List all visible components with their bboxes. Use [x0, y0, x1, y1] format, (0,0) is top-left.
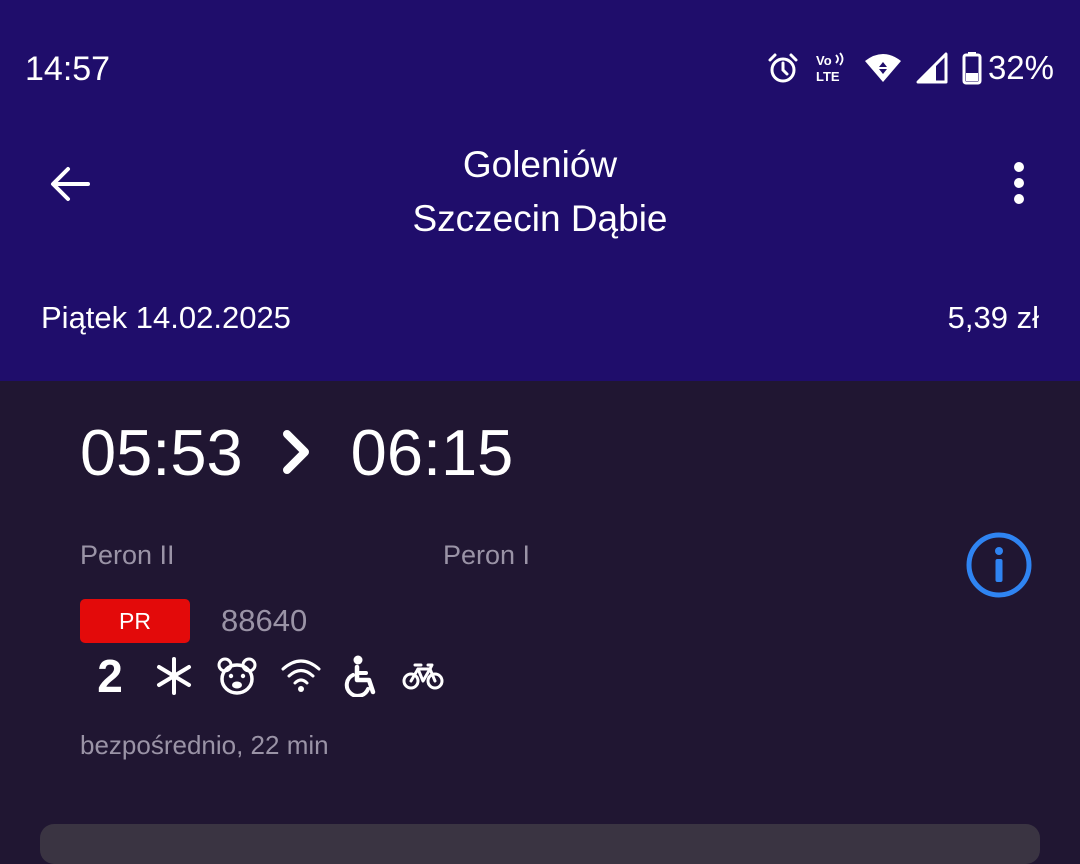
battery-icon [962, 51, 982, 85]
more-options-button[interactable] [994, 160, 1044, 210]
connection-duration: bezpośrednio, 22 min [80, 730, 329, 760]
carrier-badge: PR [80, 599, 190, 643]
battery-percent: 32% [987, 49, 1054, 86]
wifi-icon [280, 659, 322, 693]
child-friendly-icon [216, 656, 258, 696]
wheelchair-icon [344, 655, 380, 697]
volte-icon: Vo LTE [814, 51, 850, 85]
bicycle-icon [402, 661, 444, 691]
amenities-row: 2 [88, 650, 466, 702]
status-icons: Vo LTE 32% [766, 46, 1054, 90]
cell-signal-icon [916, 52, 948, 84]
chevron-right-icon [281, 429, 311, 475]
departure-platform: Peron II [80, 540, 175, 570]
alarm-icon [766, 51, 800, 85]
origin-station: Goleniów [462, 144, 618, 185]
destination-station: Szczecin Dąbie [412, 198, 668, 239]
svg-text:Vo: Vo [816, 53, 832, 68]
arrival-time: 06:15 [350, 415, 514, 489]
next-connection-card[interactable] [40, 824, 1040, 864]
info-button[interactable] [965, 531, 1033, 599]
train-number: 88640 [221, 603, 308, 638]
status-time: 14:57 [25, 50, 111, 88]
connection-times: 05:53 06:15 [80, 412, 513, 492]
arrow-back-icon [48, 164, 92, 209]
app-header: 14:57 Vo LTE 32% Goleniów Szczecin Dąbie… [0, 0, 1080, 381]
arrival-platform: Peron I [443, 540, 531, 570]
class-indicator: 2 [97, 650, 123, 702]
travel-date: Piątek 14.02.2025 [41, 300, 291, 335]
wifi-icon [864, 52, 902, 84]
air-conditioning-icon [154, 656, 194, 696]
route-title: Goleniów Szczecin Dąbie [240, 138, 840, 246]
info-icon [965, 532, 1033, 603]
back-button[interactable] [40, 158, 100, 214]
ticket-price: 5,39 zł [947, 300, 1039, 335]
departure-time: 05:53 [80, 415, 243, 489]
svg-text:LTE: LTE [816, 69, 840, 84]
more-vert-icon [1013, 161, 1025, 210]
